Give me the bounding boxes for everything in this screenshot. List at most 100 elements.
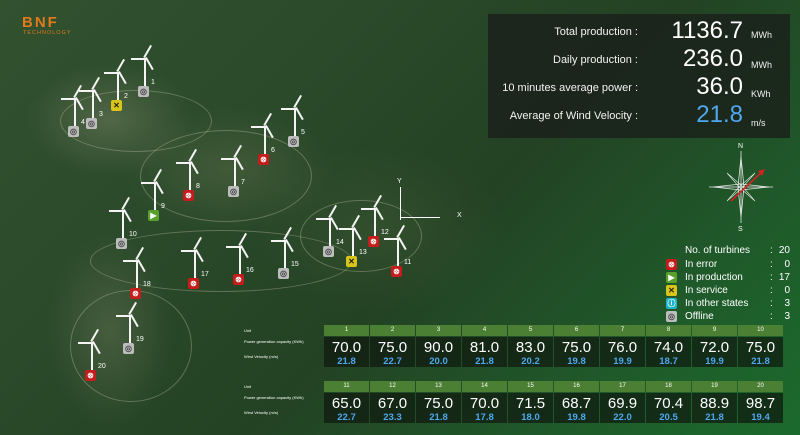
wrench-icon: ✕	[346, 256, 357, 267]
turbine-8[interactable]: ⊗ 8	[175, 148, 205, 212]
turbine-blade	[141, 182, 155, 184]
unit-value-cell: 70.0 21.8	[324, 337, 369, 367]
turbine-number: 14	[336, 239, 344, 246]
unit-header: 15	[508, 381, 553, 392]
error-icon: ⊗	[368, 236, 379, 247]
turbine-7[interactable]: ◎ 7	[220, 144, 250, 208]
error-icon: ⊗	[130, 288, 141, 299]
unit-table-1: Unit Power generation capacity (KWh) Win…	[244, 325, 783, 369]
turbine-5[interactable]: ◎ 5	[280, 94, 310, 158]
wind-value: 21.8	[705, 412, 724, 423]
unit-header: 17	[600, 381, 645, 392]
turbine-number: 9	[161, 203, 165, 210]
compass-north-label: N	[738, 143, 744, 150]
info-icon: ⓘ	[666, 298, 677, 309]
turbine-mast	[154, 182, 156, 212]
turbine-number: 5	[301, 129, 305, 136]
turbine-blade	[281, 108, 295, 110]
wind-value: 20.5	[659, 412, 678, 423]
unit-header: 20	[738, 381, 783, 392]
unit-value-cell: 69.9 22.0	[600, 393, 645, 423]
power-row-label: Power generation capacity (KWh)	[244, 395, 304, 400]
turbine-15[interactable]: ◎ 15	[270, 226, 300, 290]
turbine-17[interactable]: ⊗ 17	[180, 236, 210, 300]
power-value: 90.0	[423, 339, 454, 356]
wind-row-label: Wind Velocity (m/s)	[244, 354, 279, 359]
turbine-number: 3	[99, 111, 103, 118]
unit-value-cell: 75.0 19.8	[554, 337, 599, 367]
turbine-number: 16	[246, 267, 254, 274]
turbine-18[interactable]: ⊗ 18	[122, 246, 152, 310]
unit-value-cell: 70.0 17.8	[462, 393, 507, 423]
error-icon: ⊗	[391, 266, 402, 277]
turbine-19[interactable]: ◎ 19	[115, 301, 145, 365]
wind-value: 17.8	[475, 412, 494, 423]
power-value: 68.7	[561, 395, 592, 412]
total-production-value: 1136.7	[671, 17, 743, 44]
offline-icon: ◎	[116, 238, 127, 249]
turbine-blade	[240, 245, 249, 259]
turbine-blade	[226, 246, 240, 248]
turbine-blade	[285, 239, 294, 253]
total-production-label: Total production :	[554, 26, 638, 38]
wind-value: 19.9	[613, 356, 632, 367]
unit-value-cell: 75.0 22.7	[370, 337, 415, 367]
total-production-unit: MWh	[751, 30, 772, 40]
turbine-mast	[92, 90, 94, 120]
wind-value: 21.8	[751, 356, 770, 367]
offline-icon: ◎	[278, 268, 289, 279]
compass-icon	[709, 151, 773, 223]
turbine-14[interactable]: ◎ 14	[315, 204, 345, 268]
turbine-blade	[176, 162, 190, 164]
turbine-number: 12	[381, 229, 389, 236]
daily-production-unit: MWh	[751, 60, 772, 70]
turbine-blade	[145, 57, 154, 71]
wind-direction-compass: N S	[705, 143, 777, 235]
turbine-blade	[137, 259, 146, 273]
average-power-label: 10 minutes average power :	[502, 82, 638, 94]
turbine-mast	[144, 58, 146, 88]
offline-icon: ◎	[323, 246, 334, 257]
unit-value-cell: 65.0 22.7	[324, 393, 369, 423]
unit-header: 14	[462, 381, 507, 392]
offline-icon: ◎	[666, 311, 677, 322]
turbine-4[interactable]: ◎ 4	[60, 84, 90, 148]
error-icon: ⊗	[258, 154, 269, 165]
unit-value-cell: 98.7 19.4	[738, 393, 783, 423]
x-axis-label: X	[457, 212, 462, 219]
wind-velocity-value: 21.8	[696, 101, 743, 128]
unit-header: 4	[462, 325, 507, 336]
turbine-mast	[234, 158, 236, 188]
unit-value-cell: 88.9 21.8	[692, 393, 737, 423]
unit-header: 9	[692, 325, 737, 336]
power-value: 70.4	[653, 395, 684, 412]
turbine-1[interactable]: ◎ 1	[130, 44, 160, 108]
unit-value-cell: 81.0 21.8	[462, 337, 507, 367]
legend-total-row: No. of turbines : 20	[685, 245, 790, 256]
unit-header: 2	[370, 325, 415, 336]
turbine-20[interactable]: ⊗ 20	[77, 328, 107, 392]
turbine-number: 19	[136, 336, 144, 343]
error-icon: ⊗	[85, 370, 96, 381]
turbine-number: 8	[196, 183, 200, 190]
turbine-16[interactable]: ⊗ 16	[225, 232, 255, 296]
power-value: 65.0	[331, 395, 362, 412]
turbine-number: 20	[98, 363, 106, 370]
unit-header: 8	[646, 325, 691, 336]
power-value: 75.0	[745, 339, 776, 356]
unit-row-label: Unit	[244, 384, 252, 389]
compass-south-label: S	[738, 226, 743, 233]
wind-value: 19.4	[751, 412, 770, 423]
unit-header: 6	[554, 325, 599, 336]
unit-value-cell: 67.0 23.3	[370, 393, 415, 423]
power-value: 75.0	[561, 339, 592, 356]
unit-value-cell: 75.0 21.8	[738, 337, 783, 367]
unit-header: 18	[646, 381, 691, 392]
unit-header: 3	[416, 325, 461, 336]
turbine-blade	[123, 260, 137, 262]
error-icon: ⊗	[666, 259, 677, 270]
turbine-9[interactable]: ▶ 9	[140, 168, 170, 232]
turbine-6[interactable]: ⊗ 6	[250, 112, 280, 176]
legend-item-offline: ◎ Offline : 3	[666, 311, 790, 322]
legend-item-service: ✕ In service : 0	[666, 285, 790, 297]
